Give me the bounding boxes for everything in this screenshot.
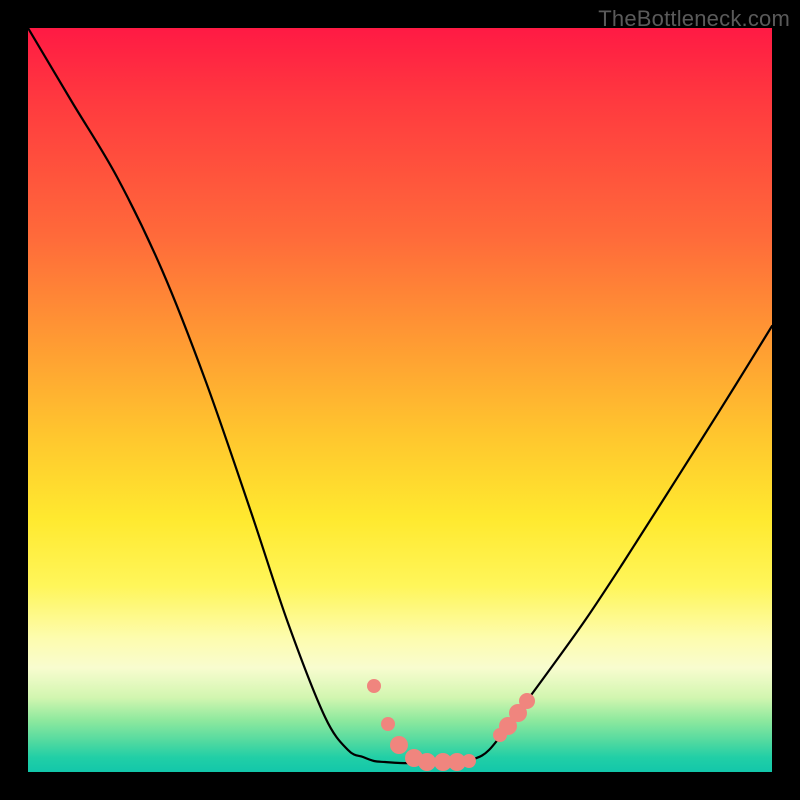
watermark-text: TheBottleneck.com — [598, 6, 790, 32]
plot-area — [28, 28, 772, 772]
curve-right-arm — [437, 326, 772, 762]
left-marker-3 — [390, 736, 408, 754]
data-markers — [367, 679, 535, 771]
mid-marker-1 — [418, 753, 436, 771]
chart-svg — [28, 28, 772, 772]
curve-left-arm — [28, 28, 437, 763]
left-marker-2 — [381, 717, 395, 731]
left-marker-1 — [367, 679, 381, 693]
right-marker-5 — [519, 693, 535, 709]
chart-frame: TheBottleneck.com — [0, 0, 800, 800]
right-marker-1 — [462, 754, 476, 768]
